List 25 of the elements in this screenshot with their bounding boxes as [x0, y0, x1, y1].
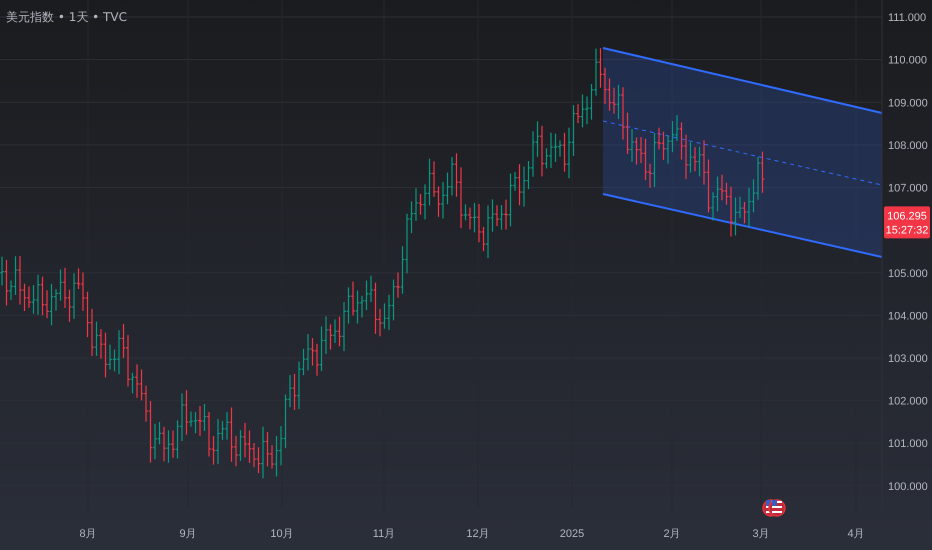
price-tick-label: 100.000	[888, 480, 928, 493]
price-tick-label: 101.000	[888, 438, 928, 450]
price-tick-label: 102.000	[888, 396, 928, 408]
date-tick-label: 3月	[752, 528, 770, 540]
price-tick-label: 109.000	[888, 97, 928, 110]
price-tick-label: 110.000	[888, 54, 927, 67]
date-tick-label: 2025	[560, 528, 584, 540]
price-tick-label: 111.000	[888, 12, 926, 24]
date-tick-label: 10月	[270, 528, 294, 540]
chart-title: 美元指数 • 1天 • TVC	[6, 10, 127, 24]
date-tick-label: 12月	[466, 528, 490, 540]
date-tick-label: 4月	[847, 528, 865, 540]
last-price-badge	[884, 206, 930, 238]
date-tick-label: 2月	[663, 528, 681, 540]
price-tick-label: 103.000	[888, 352, 928, 365]
price-tick-label: 108.000	[888, 140, 928, 152]
price-tick-label: 107.000	[888, 182, 928, 195]
price-tick-label: 105.000	[888, 268, 928, 280]
date-tick-label: 9月	[179, 528, 197, 540]
date-tick-label: 11月	[372, 528, 396, 540]
flag-icon	[768, 499, 786, 517]
date-tick-label: 8月	[79, 528, 97, 540]
countdown-label: 15:27:32	[886, 224, 928, 236]
last-price-label: 106.295	[887, 210, 927, 222]
price-tick-label: 104.000	[888, 310, 928, 322]
